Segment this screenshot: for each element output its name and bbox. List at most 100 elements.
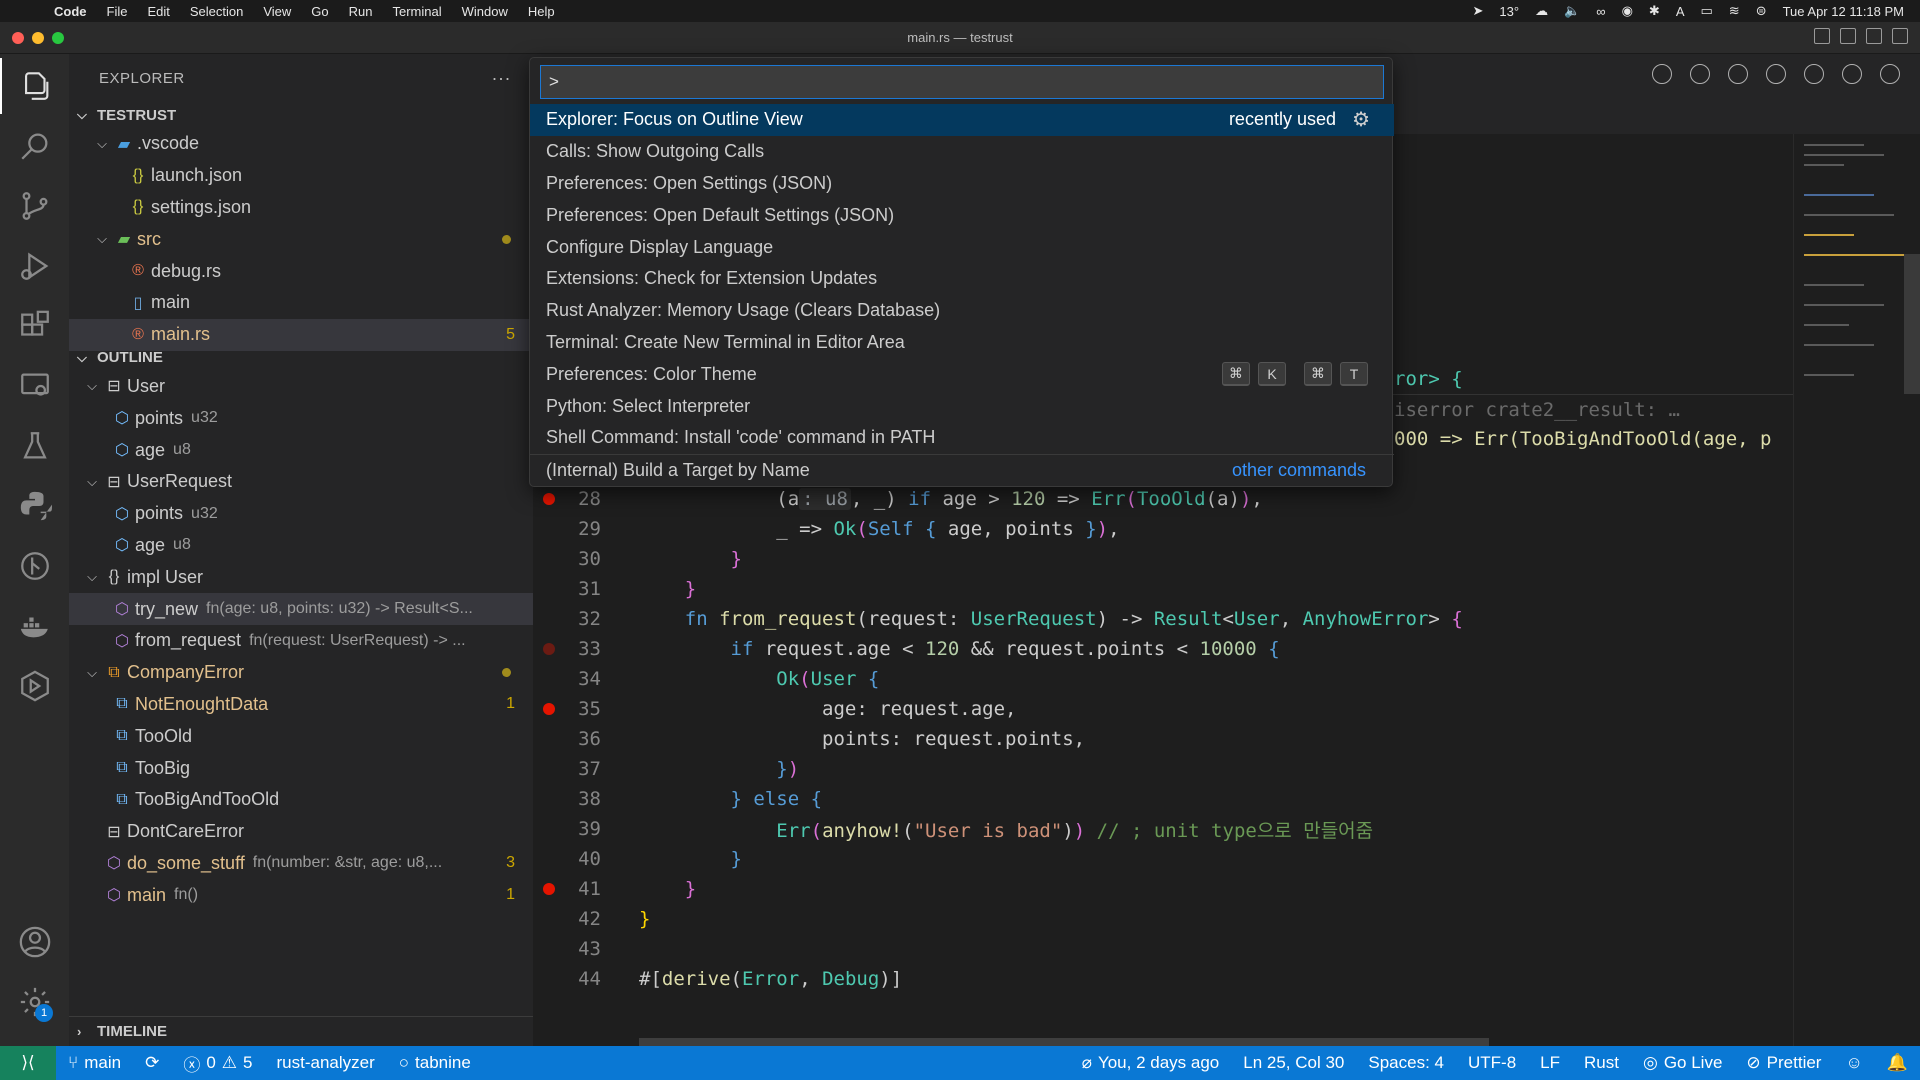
extensions-icon[interactable] (0, 298, 69, 354)
menu-window[interactable]: Window (452, 4, 518, 19)
outline-item[interactable]: ⬡ points u32 (69, 498, 533, 530)
glasses-icon[interactable]: ∞ (1596, 4, 1605, 19)
feedback-icon[interactable]: ☺ (1833, 1053, 1874, 1073)
minimap-slider[interactable] (1904, 254, 1920, 394)
tree-item-debug-rs[interactable]: ® debug.rs (69, 255, 533, 287)
outline-item[interactable]: ⬡ age u8 (69, 530, 533, 562)
toggle-sidebar-icon[interactable] (1814, 28, 1830, 44)
cursor-position[interactable]: Ln 25, Col 30 (1231, 1053, 1356, 1073)
tabnine-status[interactable]: ○ tabnine (387, 1053, 483, 1073)
toggle-panel-icon[interactable] (1840, 28, 1856, 44)
language-mode[interactable]: Rust (1572, 1053, 1631, 1073)
customize-layout-icon[interactable] (1892, 28, 1908, 44)
explorer-icon[interactable] (0, 58, 69, 114)
outline-item[interactable]: ⬡ do_some_stuff fn(number: &str, age: u8… (69, 848, 533, 880)
volume-icon[interactable]: 🔈 (1564, 3, 1580, 19)
command-item[interactable]: Preferences: Color Theme ⌘ K ⌘ T (530, 358, 1394, 390)
menu-selection[interactable]: Selection (180, 4, 253, 19)
command-palette-input[interactable] (540, 65, 1384, 99)
accounts-icon[interactable] (0, 914, 69, 970)
more-actions-icon[interactable] (1880, 64, 1900, 84)
command-item[interactable]: Preferences: Open Settings (JSON) (530, 168, 1394, 200)
timeline-section[interactable]: › TIMELINE (69, 1016, 533, 1046)
location-icon[interactable]: ➤ (1473, 3, 1484, 19)
wifi-icon[interactable]: ≋ (1729, 3, 1740, 19)
branch-status[interactable]: ⑂ main (56, 1053, 133, 1073)
breakpoint-icon[interactable] (543, 493, 555, 505)
rust-analyzer-status[interactable]: rust-analyzer (265, 1053, 387, 1073)
more-actions-icon[interactable]: ··· (492, 68, 511, 89)
docker-icon[interactable] (0, 598, 69, 654)
menu-run[interactable]: Run (339, 4, 383, 19)
split-editor-icon[interactable] (1842, 64, 1862, 84)
horizontal-scrollbar[interactable] (639, 1038, 1489, 1046)
command-item[interactable]: Extensions: Check for Extension Updates (530, 263, 1394, 295)
outline-item[interactable]: ⌵ ⧉ CompanyError (69, 657, 533, 689)
eol-status[interactable]: LF (1528, 1053, 1572, 1073)
minimap[interactable] (1793, 134, 1920, 1046)
menu-file[interactable]: File (97, 4, 138, 19)
gear-icon[interactable]: ⚙ (1352, 107, 1370, 132)
command-item[interactable]: Configure Display Language (530, 231, 1394, 263)
menu-go[interactable]: Go (301, 4, 338, 19)
bluetooth-icon[interactable]: ✱ (1649, 3, 1660, 19)
weather-text[interactable]: 13° (1499, 4, 1519, 19)
outline-item[interactable]: ⬡ try_new fn(age: u8, points: u32) -> Re… (69, 593, 533, 625)
project-section[interactable]: ⌵ TESTRUST (69, 102, 533, 128)
git-blame-icon[interactable] (1804, 64, 1824, 84)
run-icon[interactable] (1652, 64, 1672, 84)
breakpoint-icon[interactable] (543, 883, 555, 895)
sync-icon[interactable]: ⟳ (133, 1053, 171, 1073)
breakpoint-icon[interactable] (543, 703, 555, 715)
command-item[interactable]: Terminal: Create New Terminal in Editor … (530, 327, 1394, 359)
clock-text[interactable]: Tue Apr 12 11:18 PM (1783, 4, 1904, 19)
manage-gear-icon[interactable]: 1 (0, 974, 69, 1030)
remote-indicator-icon[interactable]: ⟩⟨ (0, 1046, 56, 1080)
tree-item-launch-json[interactable]: {} launch.json (69, 160, 533, 192)
play-icon[interactable]: ◉ (1622, 3, 1633, 19)
git-graph-icon[interactable] (0, 538, 69, 594)
run-debug-icon[interactable] (0, 238, 69, 294)
toggle-secondary-sidebar-icon[interactable] (1866, 28, 1882, 44)
outline-item[interactable]: ⬡ from_request fn(request: UserRequest) … (69, 625, 533, 657)
tree-item-src-folder[interactable]: ⌵ ▰ src (69, 223, 533, 255)
command-item[interactable]: Rust Analyzer: Memory Usage (Clears Data… (530, 295, 1394, 327)
outline-item[interactable]: ⬡ points u32 (69, 402, 533, 434)
outline-item[interactable]: ⌵ ⊟ User (69, 371, 533, 403)
next-change-icon[interactable] (1766, 64, 1786, 84)
tree-item-main[interactable]: ▯ main (69, 287, 533, 319)
input-source-icon[interactable]: A (1676, 4, 1685, 19)
menu-help[interactable]: Help (518, 4, 565, 19)
zoom-window-button[interactable] (52, 32, 64, 44)
remote-explorer-icon[interactable] (0, 358, 69, 414)
notifications-bell-icon[interactable]: 🔔 (1875, 1053, 1920, 1073)
indentation-status[interactable]: Spaces: 4 (1356, 1053, 1456, 1073)
source-control-icon[interactable] (0, 178, 69, 234)
outline-item[interactable]: ⊟ DontCareError (69, 816, 533, 848)
control-center-icon[interactable]: ⊜ (1756, 3, 1767, 19)
go-live-button[interactable]: ◎ Go Live (1631, 1053, 1734, 1073)
menu-edit[interactable]: Edit (137, 4, 179, 19)
outline-item[interactable]: ⌵ {} impl User (69, 561, 533, 593)
outline-item[interactable]: ⧉ TooBig (69, 752, 533, 784)
menu-app[interactable]: Code (44, 4, 97, 19)
python-icon[interactable] (0, 478, 69, 534)
prettier-status[interactable]: ⊘ Prettier (1734, 1053, 1833, 1073)
problems-status[interactable]: ⓧ 0 ⚠ 5 (171, 1051, 264, 1076)
prev-change-icon[interactable] (1728, 64, 1748, 84)
outline-item[interactable]: ⬡ main fn() 1 (69, 879, 533, 911)
outline-item[interactable]: ⧉ TooBigAndTooOld (69, 784, 533, 816)
command-item[interactable]: Calls: Show Outgoing Calls (530, 136, 1394, 168)
close-window-button[interactable] (12, 32, 24, 44)
menu-terminal[interactable]: Terminal (383, 4, 452, 19)
command-item[interactable]: Preferences: Open Default Settings (JSON… (530, 199, 1394, 231)
breakpoint-icon[interactable] (543, 643, 555, 655)
tree-item-main-rs[interactable]: ® main.rs 5 (69, 318, 533, 351)
outline-item[interactable]: ⧉ TooOld (69, 720, 533, 752)
encoding-status[interactable]: UTF-8 (1456, 1053, 1528, 1073)
outline-item[interactable]: ⬡ age u8 (69, 434, 533, 466)
git-blame-status[interactable]: ⌀ You, 2 days ago (1070, 1053, 1232, 1073)
battery-icon[interactable]: ▭ (1700, 3, 1712, 19)
search-icon[interactable] (0, 118, 69, 174)
tree-item-settings-json[interactable]: {} settings.json (69, 192, 533, 224)
